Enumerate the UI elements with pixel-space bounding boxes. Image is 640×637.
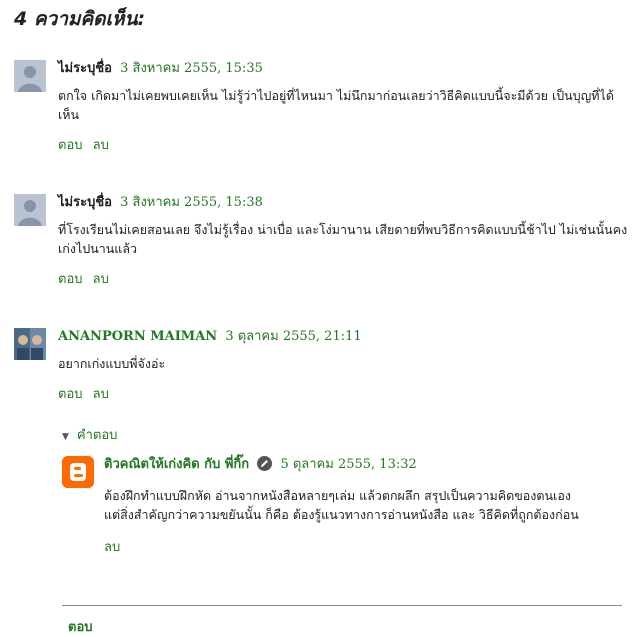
anonymous-avatar-icon[interactable] bbox=[14, 60, 46, 92]
replies-toggle-label: คำตอบ bbox=[76, 428, 118, 443]
reply-author-link[interactable]: ติวคณิตให้เก่งคิด กับ พี่กิ๊ก bbox=[104, 457, 249, 472]
comment-2: ไม่ระบุชื่อ 3 สิงหาคม 2555, 15:38 ที่โรง… bbox=[14, 194, 630, 289]
comment-text: ตกใจ เกิดมาไม่เคยพบเคยเห็น ไม่รู้ว่าไปอย… bbox=[58, 88, 614, 122]
delete-link[interactable]: ลบ bbox=[93, 387, 109, 402]
comment-date-link[interactable]: 3 ตุลาคม 2555, 21:11 bbox=[225, 329, 361, 344]
delete-link[interactable]: ลบ bbox=[104, 540, 120, 555]
comments-heading: 4 ความคิดเห็น: bbox=[14, 8, 146, 30]
comment-date-link[interactable]: 3 สิงหาคม 2555, 15:38 bbox=[120, 195, 263, 210]
reply-thread-button[interactable]: ตอบ bbox=[68, 616, 93, 637]
reply-divider bbox=[62, 605, 622, 606]
delete-link[interactable]: ลบ bbox=[93, 138, 109, 153]
reply-text-line-1: ต้องฝึกทำแบบฝึกหัด อ่านจากหนังสือหลายๆเล… bbox=[104, 488, 571, 503]
anonymous-avatar-icon[interactable] bbox=[14, 194, 46, 226]
caret-down-icon: ▼ bbox=[62, 432, 69, 442]
reply-link[interactable]: ตอบ bbox=[58, 138, 83, 153]
comment-1: ไม่ระบุชื่อ 3 สิงหาคม 2555, 15:35 ตกใจ เ… bbox=[14, 60, 630, 155]
blogger-icon[interactable] bbox=[62, 456, 94, 488]
user-photo-avatar[interactable] bbox=[14, 328, 46, 360]
replies-toggle[interactable]: ▼ คำตอบ bbox=[62, 424, 117, 445]
reply-link[interactable]: ตอบ bbox=[58, 387, 83, 402]
comment-text: อยากเก่งแบบพี่จังอ่ะ bbox=[58, 356, 166, 371]
reply-comment: ติวคณิตให้เก่งคิด กับ พี่กิ๊ก 5 ตุลาคม 2… bbox=[62, 456, 630, 557]
comment-author: ไม่ระบุชื่อ bbox=[58, 61, 112, 76]
comment-author-link[interactable]: ANANPORN MAIMAN bbox=[58, 329, 217, 344]
comment-author: ไม่ระบุชื่อ bbox=[58, 195, 112, 210]
comment-date-link[interactable]: 3 สิงหาคม 2555, 15:35 bbox=[120, 61, 263, 76]
blog-author-pencil-icon bbox=[257, 456, 273, 471]
reply-date-link[interactable]: 5 ตุลาคม 2555, 13:32 bbox=[280, 457, 416, 472]
comment-text: ที่โรงเรียนไม่เคยสอนเลย จึงไม่รู้เรื่อง … bbox=[58, 222, 628, 256]
delete-link[interactable]: ลบ bbox=[93, 272, 109, 287]
reply-text-line-2: แต่สิ่งสำคัญกว่าความขยันนั้น ก็คือ ต้องร… bbox=[104, 507, 579, 522]
comment-3: ANANPORN MAIMAN 3 ตุลาคม 2555, 21:11 อยา… bbox=[14, 328, 630, 404]
reply-link[interactable]: ตอบ bbox=[58, 272, 83, 287]
